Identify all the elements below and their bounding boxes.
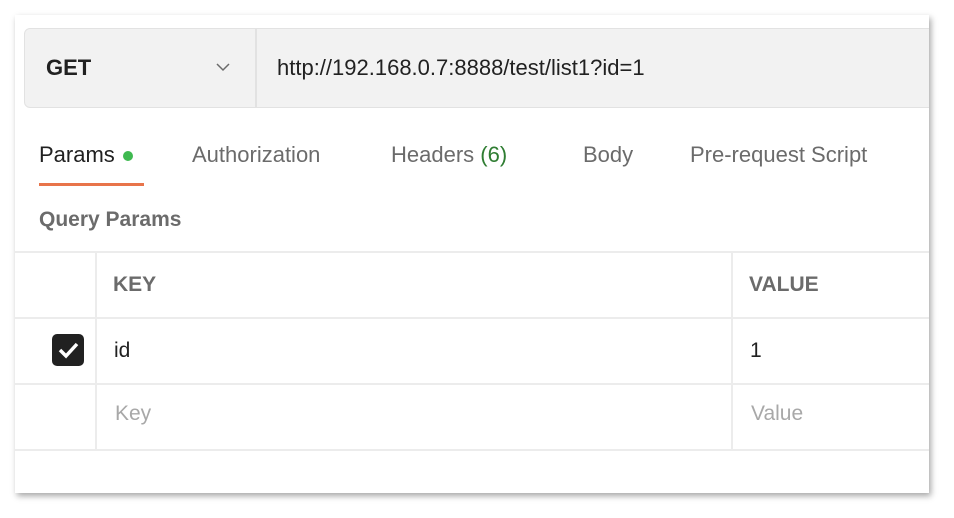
params-indicator-dot [122,151,133,162]
new-key-input[interactable]: Key [115,402,151,426]
method-label: GET [46,55,92,80]
checkmark-icon [58,342,79,359]
divider [95,252,97,450]
active-tab-underline [39,183,144,186]
param-value-input[interactable]: 1 [750,339,762,363]
column-header-key: KEY [113,273,157,296]
section-title: Query Params [39,208,182,231]
param-key-input[interactable]: id [114,339,130,363]
divider [15,383,929,385]
request-panel: GET http://192.168.0.7:8888/test/list1?i… [15,15,929,493]
tab-headers[interactable]: Headers (6) [391,142,507,168]
tab-params[interactable]: Params [39,142,133,168]
method-select[interactable]: GET [25,29,257,107]
divider [15,449,929,451]
url-input[interactable]: http://192.168.0.7:8888/test/list1?id=1 [277,55,645,81]
tab-pre-request-script[interactable]: Pre-request Script [690,142,867,168]
tab-authorization[interactable]: Authorization [192,142,320,168]
divider [731,252,733,450]
headers-count: (6) [480,142,508,167]
tab-label: Params [39,142,115,167]
request-bar: GET http://192.168.0.7:8888/test/list1?i… [24,28,929,108]
divider [15,251,929,253]
column-header-value: VALUE [749,273,819,296]
divider [15,317,929,319]
chevron-down-icon [216,63,230,72]
tab-body[interactable]: Body [583,142,633,168]
row-checkbox[interactable] [52,334,84,366]
tab-label: Headers [391,142,475,167]
new-value-input[interactable]: Value [751,402,803,426]
